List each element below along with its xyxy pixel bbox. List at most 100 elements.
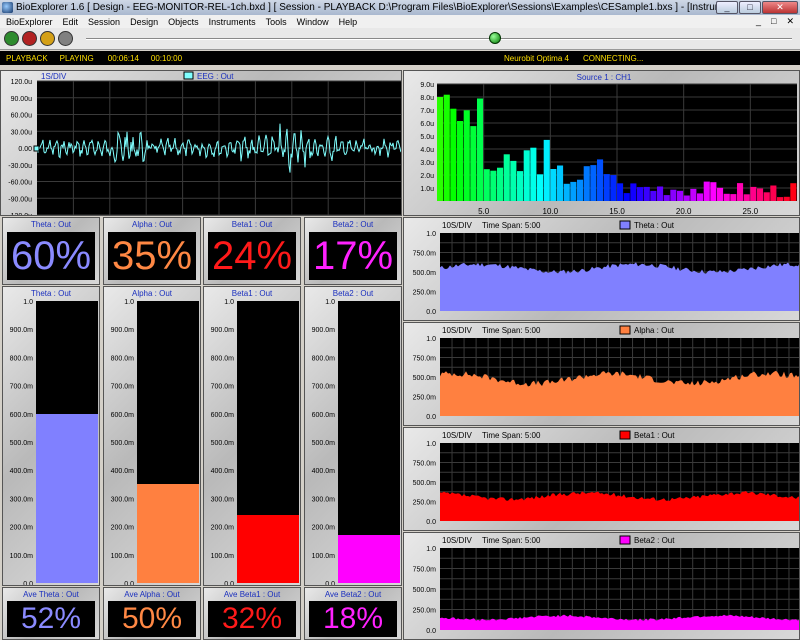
bar-gauge-tick: 100.0m [312, 553, 336, 560]
eeg-y-tick: 30.00u [11, 129, 33, 136]
bar-gauge-tick: 400.0m [111, 468, 135, 475]
spectrum-bar [743, 194, 750, 201]
average-panel-beta1: Ave Beta1 : Out 32% [203, 587, 301, 640]
spectrum-bar [637, 187, 644, 201]
bar-gauge-tick: 500.0m [111, 440, 135, 447]
spectrum-bar [697, 193, 704, 201]
spectrum-bar [497, 167, 504, 201]
bar-gauge-panel-beta1: Beta1 : Out 1.0 900.0m 800.0m 700.0m 600.0m 50… [203, 286, 301, 586]
trend-panel-0: 1.0 750.0m 500.0m 250.0m 0.0 10S/DIV Time Span… [403, 217, 800, 321]
spectrum-bar [763, 192, 770, 201]
app-icon [2, 2, 13, 13]
spectrum-panel: Source 1 : CH1 9.0u 8.0u 7.0u 6.0u 5.0u 4.0u 3… [403, 70, 800, 216]
bar-gauge-tick: 100.0m [211, 553, 235, 560]
eeg-div-label: 1S/DIV [41, 72, 67, 81]
trend-y-tick: 250.0m [413, 290, 437, 297]
bar-gauge-tick: 700.0m [211, 384, 235, 391]
spectrum-bar [557, 165, 564, 201]
menu-bioexplorer[interactable]: BioExplorer [2, 17, 59, 27]
status-elapsed: 00:06:14 [107, 53, 139, 63]
bar-gauge-tick: 300.0m [312, 496, 336, 503]
eeg-baseline-marker[interactable] [33, 145, 40, 152]
bar-gauge-fill-beta2 [338, 535, 400, 583]
eeg-legend: EEG : Out [197, 72, 234, 81]
trend-panel-3: 1.0 750.0m 500.0m 250.0m 0.0 10S/DIV Time Span… [403, 532, 800, 640]
bar-gauge-tick: 300.0m [111, 496, 135, 503]
trend-y-tick: 1.0 [426, 441, 436, 448]
bar-gauge-tick: 200.0m [211, 525, 235, 532]
spectrum-bar [670, 189, 677, 201]
eeg-y-tick: 120.0u [11, 79, 33, 86]
bar-gauge-track-beta2 [338, 301, 400, 583]
bar-gauge-tick: 900.0m [312, 327, 336, 334]
percent-panel-theta: Theta : Out 60% [2, 217, 100, 285]
spectrum-bar [683, 195, 690, 201]
trend-y-tick: 500.0m [413, 587, 437, 594]
spectrum-bar [650, 190, 657, 201]
eeg-y-tick: -90.00u [8, 196, 32, 203]
eeg-y-tick: -30.00u [8, 163, 32, 170]
percent-value-beta1: 24% [208, 232, 296, 280]
spectrum-bar [537, 174, 544, 201]
spectrum-bar [690, 188, 697, 201]
play-button[interactable] [4, 31, 19, 46]
menu-window[interactable]: Window [293, 17, 335, 27]
menu-design[interactable]: Design [126, 17, 164, 27]
menu-instruments[interactable]: Instruments [205, 17, 262, 27]
spectrum-bar [577, 179, 584, 201]
child-restore-button[interactable]: □ [771, 16, 776, 27]
spectrum-bar [490, 170, 497, 201]
menu-edit[interactable]: Edit [59, 17, 85, 27]
average-value-alpha: 50% [108, 601, 196, 637]
spectrum-x-tick: 25.0 [743, 207, 759, 216]
bar-gauge-tick: 0.0 [124, 581, 134, 586]
percent-value-theta: 60% [7, 232, 95, 280]
playback-slider-track[interactable] [86, 38, 792, 40]
spectrum-y-tick: 4.0u [420, 147, 434, 154]
menu-objects[interactable]: Objects [164, 17, 205, 27]
menu-help[interactable]: Help [335, 17, 364, 27]
spectrum-y-tick: 3.0u [420, 160, 434, 167]
spectrum-x-tick: 15.0 [609, 207, 625, 216]
bar-gauge-tick: 700.0m [312, 384, 336, 391]
bar-gauge-tick: 900.0m [211, 327, 235, 334]
spectrum-bar [583, 166, 590, 201]
average-title-alpha: Ave Alpha : Out [124, 590, 180, 599]
maximize-button[interactable]: □ [739, 1, 761, 14]
trend-legend: Alpha : Out [634, 326, 675, 335]
bar-gauge-tick: 600.0m [312, 412, 336, 419]
spectrum-bar [723, 193, 730, 201]
spectrum-bar [470, 126, 477, 201]
spectrum-bar [477, 98, 484, 201]
close-button[interactable]: ✕ [762, 1, 798, 14]
bar-gauge-fill-alpha [137, 484, 199, 583]
spectrum-bar [463, 110, 470, 201]
child-close-button[interactable]: ✕ [786, 16, 794, 27]
minimize-button[interactable]: _ [716, 1, 738, 14]
spectrum-x-tick: 5.0 [478, 207, 490, 216]
trend-y-tick: 1.0 [426, 231, 436, 238]
bar-gauge-tick: 400.0m [10, 468, 34, 475]
bar-gauge-tick: 800.0m [111, 355, 135, 362]
pause-button[interactable] [40, 31, 55, 46]
spectrum-bar [603, 174, 610, 201]
bar-gauge-track-theta [36, 301, 98, 583]
average-panel-theta: Ave Theta : Out 52% [2, 587, 100, 640]
menu-session[interactable]: Session [84, 17, 126, 27]
trend-y-tick: 250.0m [413, 608, 437, 615]
trend-y-tick: 750.0m [413, 251, 437, 258]
record-button[interactable] [22, 31, 37, 46]
spectrum-bar [663, 195, 670, 201]
trend-y-tick: 1.0 [426, 336, 436, 343]
menu-tools[interactable]: Tools [262, 17, 293, 27]
percent-panel-beta1: Beta1 : Out 24% [203, 217, 301, 285]
playback-slider-thumb[interactable] [489, 32, 502, 44]
child-minimize-button[interactable]: _ [756, 16, 761, 27]
trend-span-label: Time Span: 5:00 [482, 221, 541, 230]
stop-button[interactable] [58, 31, 73, 46]
spectrum-y-tick: 1.0u [420, 186, 434, 193]
bar-gauge-tick: 0.0 [23, 581, 33, 586]
spectrum-bar [483, 169, 490, 201]
trend-area [440, 262, 799, 311]
trend-y-tick: 750.0m [413, 461, 437, 468]
